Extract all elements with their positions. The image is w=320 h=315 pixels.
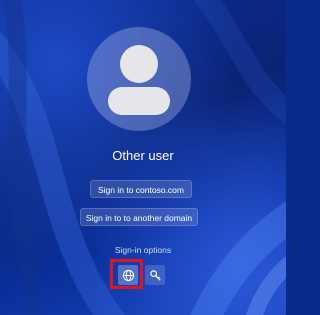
selected-option-highlight (110, 259, 143, 289)
avatar-body (108, 87, 170, 115)
sign-in-contoso-button[interactable]: Sign in to contoso.com (90, 180, 192, 198)
key-icon (149, 269, 161, 281)
user-avatar (87, 27, 191, 131)
avatar-head (120, 45, 158, 83)
user-name: Other user (112, 148, 174, 163)
sign-in-options-label: Sign-in options (114, 245, 172, 255)
sign-in-other-domain-button[interactable]: Sign in to to another domain (80, 208, 198, 226)
password-sign-in-option[interactable] (145, 265, 165, 285)
